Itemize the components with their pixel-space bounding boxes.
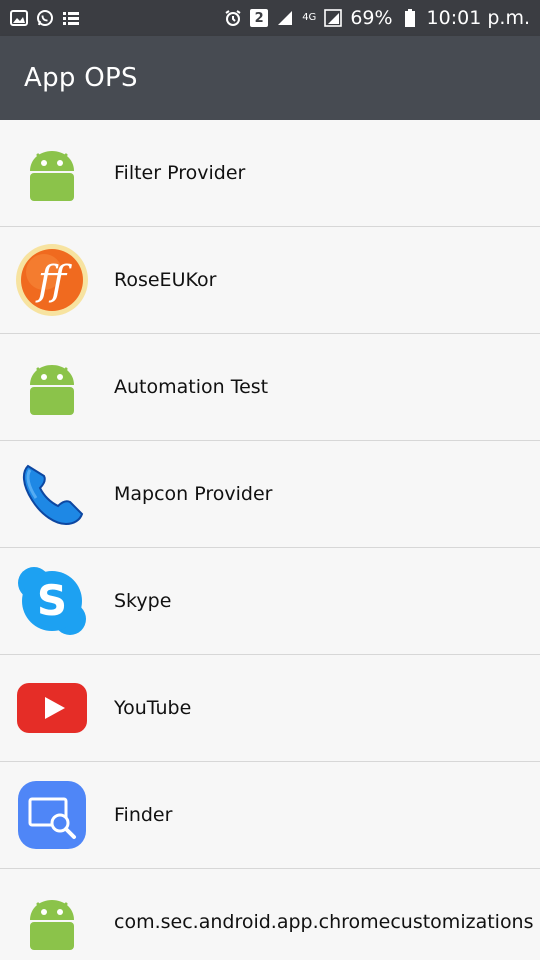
list-item-finder[interactable]: Finder — [0, 762, 540, 869]
app-toolbar: App OPS — [0, 36, 540, 120]
skype-icon: S — [14, 563, 90, 639]
finder-icon — [14, 777, 90, 853]
status-bar-left — [10, 9, 80, 27]
status-bar: 2 4G 69% 10:01 p.m. — [0, 0, 540, 36]
page-title: App OPS — [24, 63, 138, 93]
app-label: Mapcon Provider — [114, 483, 273, 505]
list-item-youtube[interactable]: YouTube — [0, 655, 540, 762]
alarm-icon — [224, 9, 242, 27]
ff-logo-icon: ff — [14, 242, 90, 318]
app-label: YouTube — [114, 697, 192, 719]
app-label: Automation Test — [114, 376, 269, 398]
app-label: Filter Provider — [114, 162, 246, 184]
android-icon — [14, 349, 90, 425]
app-label: com.sec.android.app.chromecustomizations — [114, 911, 534, 933]
youtube-icon — [14, 670, 90, 746]
phone-icon — [14, 456, 90, 532]
list-item-mapcon-provider[interactable]: Mapcon Provider — [0, 441, 540, 548]
android-icon — [14, 135, 90, 211]
app-label: Finder — [114, 804, 173, 826]
list-icon — [62, 9, 80, 27]
status-bar-right: 2 4G 69% 10:01 p.m. — [224, 6, 530, 29]
network-type: 4G — [302, 12, 317, 23]
signal-2-icon — [324, 9, 343, 27]
sim-badge: 2 — [250, 9, 269, 27]
android-icon — [14, 884, 90, 960]
list-item-automation-test[interactable]: Automation Test — [0, 334, 540, 441]
list-item-roseeukor[interactable]: ff RoseEUKor — [0, 227, 540, 334]
battery-icon — [401, 9, 419, 27]
list-item-filter-provider[interactable]: Filter Provider — [0, 120, 540, 227]
battery-percentage: 69% — [350, 6, 393, 29]
list-item-chromecustomizations[interactable]: com.sec.android.app.chromecustomizations — [0, 869, 540, 960]
image-icon — [10, 9, 28, 27]
app-label: Skype — [114, 590, 172, 612]
app-label: RoseEUKor — [114, 269, 217, 291]
clock: 10:01 p.m. — [426, 6, 530, 29]
svg-text:S: S — [37, 576, 67, 625]
whatsapp-icon — [36, 9, 54, 27]
list-item-skype[interactable]: S Skype — [0, 548, 540, 655]
app-list: Filter Provider ff RoseEUKor Automation … — [0, 120, 540, 960]
signal-icon — [276, 9, 294, 27]
